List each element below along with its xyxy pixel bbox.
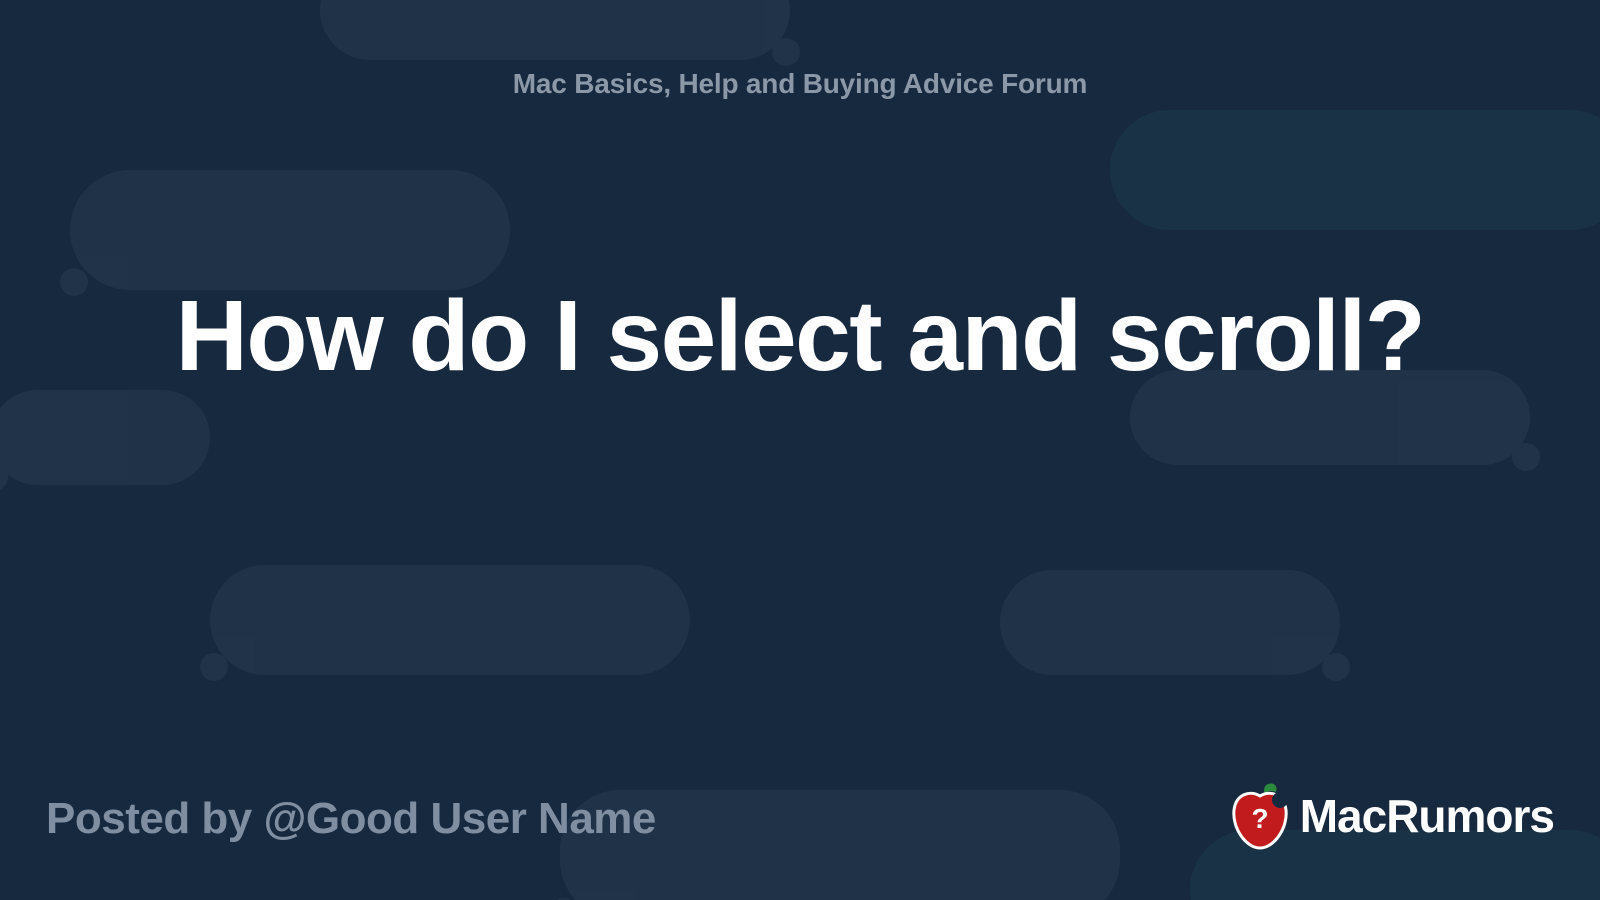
decorative-bubble [0,390,210,485]
decorative-bubble [1110,110,1600,230]
author-name: Good User Name [306,794,656,843]
svg-text:?: ? [1251,803,1268,834]
decorative-bubble [210,565,690,675]
forum-name: Mac Basics, Help and Buying Advice Forum [0,68,1600,100]
byline-prefix: Posted by @ [46,794,306,843]
apple-icon: ? [1228,780,1292,852]
decorative-bubble [70,170,510,290]
decorative-bubble [320,0,790,60]
site-name: MacRumors [1300,789,1554,843]
site-logo: ? MacRumors [1228,780,1554,852]
decorative-bubble [1000,570,1340,675]
thread-title: How do I select and scroll? [120,280,1480,392]
posted-by: Posted by @Good User Name [46,794,656,844]
